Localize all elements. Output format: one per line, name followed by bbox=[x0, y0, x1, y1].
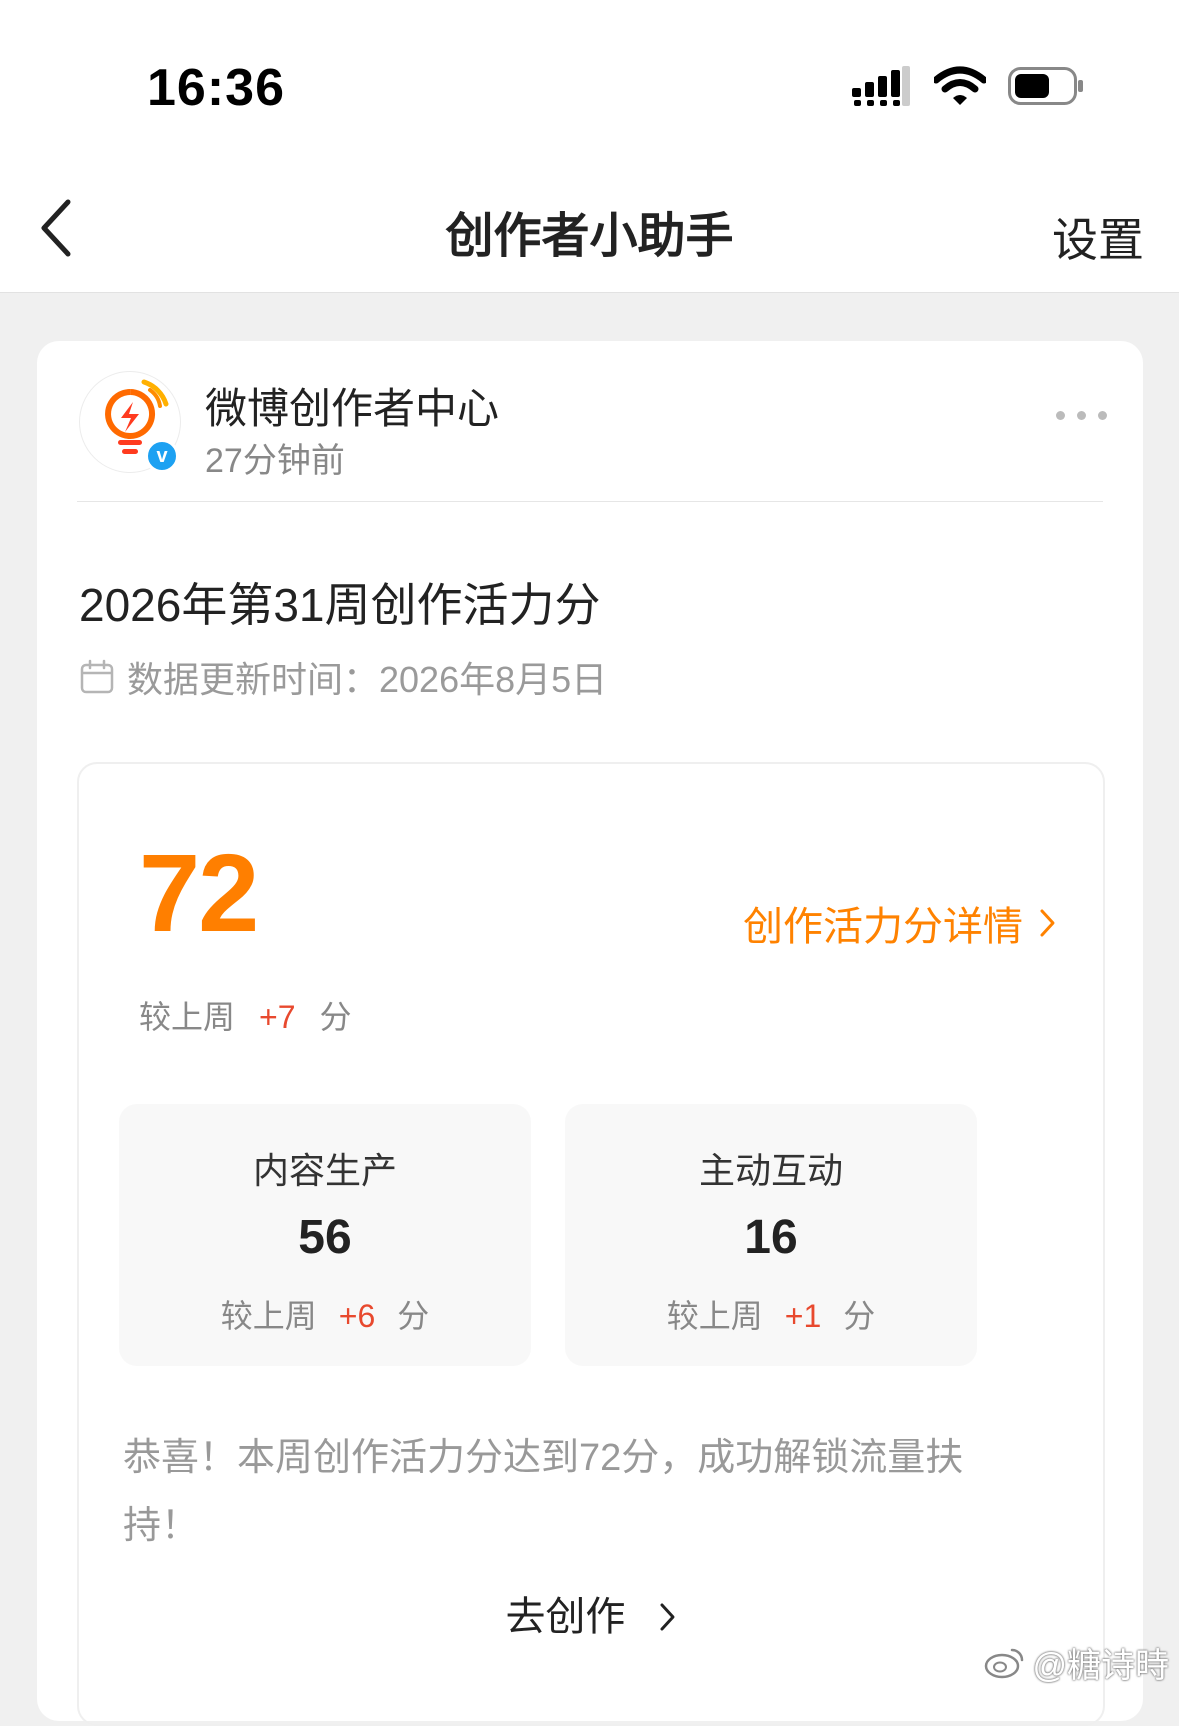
page-title: 创作者小助手 bbox=[445, 210, 734, 263]
watermark-text: @糖诗時 bbox=[1032, 1647, 1169, 1685]
status-bar: 16:36 bbox=[0, 0, 1179, 170]
compare-unit: 分 bbox=[397, 1298, 430, 1334]
post-time: 27分钟前 bbox=[205, 442, 345, 480]
more-dot bbox=[1098, 411, 1107, 420]
wifi-icon bbox=[934, 66, 986, 105]
metric-card-interaction: 主动互动 16 较上周 +1 分 bbox=[565, 1104, 977, 1366]
battery-icon bbox=[1008, 67, 1083, 105]
compare-unit: 分 bbox=[319, 999, 352, 1035]
compare-delta: +7 bbox=[259, 999, 296, 1035]
calendar-icon bbox=[80, 659, 114, 694]
metric-label: 内容生产 bbox=[252, 1150, 397, 1191]
compare-prefix: 较上周 bbox=[666, 1298, 763, 1334]
score-detail-link[interactable]: 创作活力分详情 bbox=[743, 894, 1057, 952]
chevron-right-icon bbox=[1040, 909, 1055, 937]
status-time: 16:36 bbox=[147, 59, 285, 117]
metric-card-content: 内容生产 56 较上周 +6 分 bbox=[119, 1104, 531, 1366]
metric-value: 16 bbox=[744, 1211, 798, 1264]
metric-label: 主动互动 bbox=[698, 1150, 843, 1191]
congrats-message: 恭喜！本周创作活力分达到72分，成功解锁流量扶持！ bbox=[123, 1437, 964, 1547]
watermark: @糖诗時 bbox=[984, 1638, 1169, 1687]
metric-compare: 较上周 +6 分 bbox=[119, 1291, 531, 1337]
update-time-text: 数据更新时间：2026年8月5日 bbox=[127, 659, 608, 700]
metric-value: 56 bbox=[298, 1211, 352, 1264]
compare-prefix: 较上周 bbox=[220, 1298, 317, 1334]
score-detail-label: 创作活力分详情 bbox=[743, 905, 1023, 949]
cellular-signal-icon bbox=[852, 66, 910, 106]
post-title: 2026年第31周创作活力分 bbox=[79, 579, 601, 631]
account-name[interactable]: 微博创作者中心 bbox=[205, 375, 499, 436]
message-card: v 微博创作者中心 27分钟前 2026年第31周创作活力分 数据更新时间：20… bbox=[37, 341, 1143, 1726]
status-icons bbox=[852, 66, 1084, 106]
divider bbox=[77, 501, 1103, 502]
chevron-right-icon bbox=[660, 1603, 675, 1631]
settings-button[interactable]: 设置 bbox=[1052, 204, 1144, 270]
more-dot bbox=[1056, 411, 1065, 420]
more-dot bbox=[1077, 411, 1086, 420]
compare-unit: 分 bbox=[843, 1298, 876, 1334]
total-score: 72 bbox=[139, 832, 259, 955]
compare-delta: +6 bbox=[338, 1298, 376, 1334]
go-create-label: 去创作 bbox=[505, 1595, 626, 1639]
compare-prefix: 较上周 bbox=[139, 999, 236, 1035]
go-create-button[interactable]: 去创作 bbox=[79, 1584, 1103, 1642]
navigation-bar: 创作者小助手 设置 bbox=[0, 170, 1179, 293]
compare-delta: +1 bbox=[784, 1298, 822, 1334]
update-time-row: 数据更新时间：2026年8月5日 bbox=[79, 651, 607, 703]
score-panel: 72 创作活力分详情 较上周 +7 分 内容生产 56 较上周 +6 分 主动互动 16… bbox=[77, 762, 1105, 1726]
score-compare: 较上周 +7 分 bbox=[139, 992, 352, 1038]
verified-badge-icon: v bbox=[145, 439, 179, 473]
metric-compare: 较上周 +1 分 bbox=[565, 1291, 977, 1337]
weibo-logo-icon bbox=[985, 1648, 1024, 1678]
more-options-icon[interactable] bbox=[1056, 411, 1107, 420]
